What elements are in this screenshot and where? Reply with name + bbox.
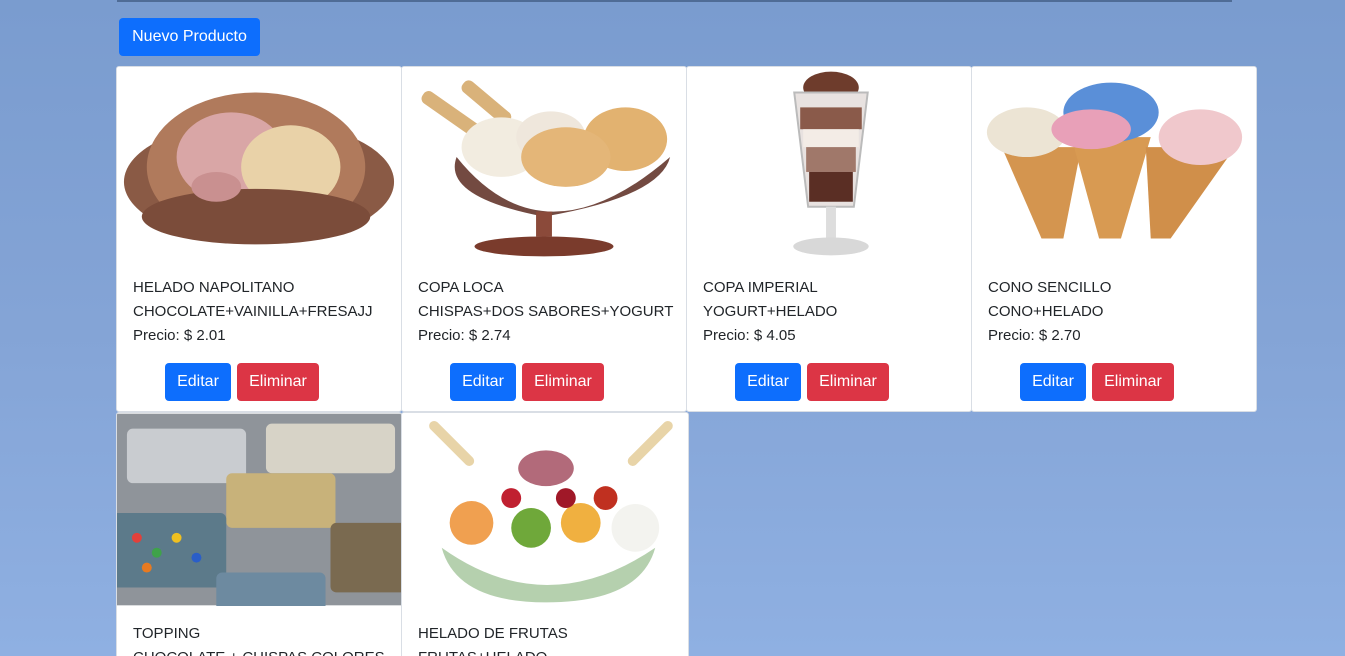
product-price: Precio: $ 2.74: [418, 327, 511, 344]
neapolitan-ice-cream-image: [117, 67, 401, 260]
product-description: YOGURT+HELADO: [703, 303, 838, 320]
delete-button[interactable]: Eliminar: [237, 363, 319, 401]
product-card: HELADO DE FRUTAS FRUTAS+HELADO: [401, 412, 689, 656]
product-description: CHOCOLATE + CHISPAS COLORES: [133, 646, 393, 656]
product-description: FRUTAS+HELADO: [418, 646, 680, 656]
new-product-button[interactable]: Nuevo Producto: [119, 18, 260, 56]
product-card: COPA IMPERIAL YOGURT+HELADO Precio: $ 4.…: [686, 66, 972, 412]
delete-button[interactable]: Eliminar: [1092, 363, 1174, 401]
product-price: Precio: $ 2.70: [988, 327, 1081, 344]
product-name: HELADO DE FRUTAS: [418, 625, 568, 642]
product-description: CHOCOLATE+VAINILLA+FRESAJJ: [133, 303, 373, 320]
delete-button[interactable]: Eliminar: [522, 363, 604, 401]
parfait-glass-image: [687, 67, 971, 260]
product-price: Precio: $ 2.01: [133, 327, 226, 344]
edit-button[interactable]: Editar: [450, 363, 516, 401]
product-card: CONO SENCILLO CONO+HELADO Precio: $ 2.70…: [971, 66, 1257, 412]
fruit-ice-cream-bowl-image: [402, 413, 688, 606]
product-name: COPA IMPERIAL: [703, 279, 818, 296]
product-name: CONO SENCILLO: [988, 279, 1112, 296]
product-card: COPA LOCA CHISPAS+DOS SABORES+YOGURT Pre…: [401, 66, 687, 412]
product-name: TOPPING: [133, 625, 201, 642]
product-name: HELADO NAPOLITANO: [133, 279, 295, 296]
top-divider: [117, 0, 1232, 2]
sundae-cup-image: [402, 67, 686, 260]
product-card: HELADO NAPOLITANO CHOCOLATE+VAINILLA+FRE…: [116, 66, 402, 412]
ice-cream-cones-image: [972, 67, 1256, 260]
topping-trays-image: [117, 413, 401, 606]
product-price: Precio: $ 4.05: [703, 327, 796, 344]
product-description: CONO+HELADO: [988, 303, 1104, 320]
product-description: CHISPAS+DOS SABORES+YOGURT: [418, 303, 674, 320]
product-name: COPA LOCA: [418, 279, 504, 296]
delete-button[interactable]: Eliminar: [807, 363, 889, 401]
product-card: TOPPING CHOCOLATE + CHISPAS COLORES: [116, 412, 402, 656]
edit-button[interactable]: Editar: [1020, 363, 1086, 401]
edit-button[interactable]: Editar: [165, 363, 231, 401]
edit-button[interactable]: Editar: [735, 363, 801, 401]
